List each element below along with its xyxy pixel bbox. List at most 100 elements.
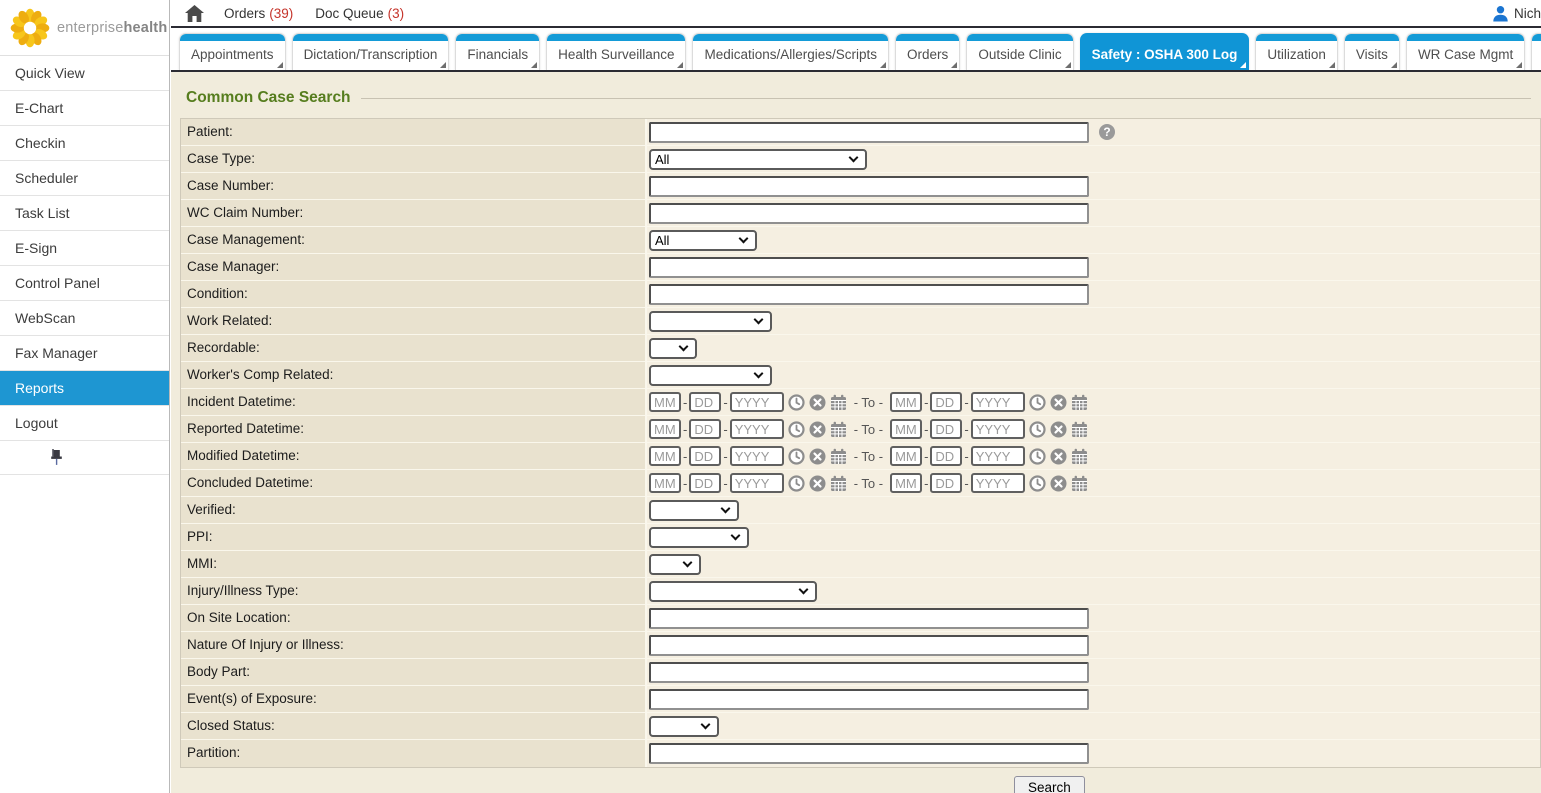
calendar-icon[interactable] xyxy=(830,475,847,492)
mmi-select[interactable] xyxy=(649,554,701,575)
sidebar-item-reports[interactable]: Reports xyxy=(0,371,169,406)
sidebar-pin-row[interactable] xyxy=(0,441,169,475)
calendar-icon[interactable] xyxy=(830,394,847,411)
month-field[interactable] xyxy=(890,419,922,439)
year-field[interactable] xyxy=(730,392,784,412)
tab-safety-osha-300-log[interactable]: Safety : OSHA 300 Log xyxy=(1080,33,1250,70)
year-field[interactable] xyxy=(971,392,1025,412)
clock-icon[interactable] xyxy=(1029,475,1046,492)
calendar-icon[interactable] xyxy=(1071,475,1088,492)
month-field[interactable] xyxy=(649,419,681,439)
day-field[interactable] xyxy=(930,419,962,439)
year-field[interactable] xyxy=(971,473,1025,493)
day-field[interactable] xyxy=(689,392,721,412)
day-field[interactable] xyxy=(689,473,721,493)
clock-icon[interactable] xyxy=(1029,448,1046,465)
tab-wr-case-mgmt[interactable]: WR Case Mgmt xyxy=(1406,33,1525,70)
day-field[interactable] xyxy=(689,419,721,439)
sidebar-item-quick-view[interactable]: Quick View xyxy=(0,56,169,91)
sidebar-item-e-sign[interactable]: E-Sign xyxy=(0,231,169,266)
clock-icon[interactable] xyxy=(788,448,805,465)
case-number-input[interactable] xyxy=(649,176,1089,197)
clear-icon[interactable] xyxy=(1050,421,1067,438)
clock-icon[interactable] xyxy=(788,475,805,492)
clock-icon[interactable] xyxy=(788,421,805,438)
sidebar-item-control-panel[interactable]: Control Panel xyxy=(0,266,169,301)
search-button[interactable]: Search xyxy=(1014,776,1085,793)
ppi-select[interactable] xyxy=(649,527,749,548)
sidebar-item-webscan[interactable]: WebScan xyxy=(0,301,169,336)
tab-outside-clinic[interactable]: Outside Clinic xyxy=(966,33,1073,70)
condition-input[interactable] xyxy=(649,284,1089,305)
clear-icon[interactable] xyxy=(809,421,826,438)
datetime-range: - - - To - - - xyxy=(649,446,1088,466)
clock-icon[interactable] xyxy=(788,394,805,411)
tab-appointments[interactable]: Appointments xyxy=(179,33,286,70)
calendar-icon[interactable] xyxy=(1071,421,1088,438)
tab-health-surveillance[interactable]: Health Surveillance xyxy=(546,33,686,70)
year-field[interactable] xyxy=(730,446,784,466)
clear-icon[interactable] xyxy=(1050,448,1067,465)
year-field[interactable] xyxy=(971,446,1025,466)
body-part-input[interactable] xyxy=(649,662,1089,683)
wc-claim-number-input[interactable] xyxy=(649,203,1089,224)
calendar-icon[interactable] xyxy=(830,421,847,438)
year-field[interactable] xyxy=(971,419,1025,439)
year-field[interactable] xyxy=(730,473,784,493)
home-icon[interactable] xyxy=(185,5,204,22)
patient-input[interactable] xyxy=(649,122,1089,143)
nature-of-injury-or-illness-input[interactable] xyxy=(649,635,1089,656)
tab-dictation-transcription[interactable]: Dictation/Transcription xyxy=(292,33,450,70)
clear-icon[interactable] xyxy=(1050,475,1067,492)
work-related-select[interactable] xyxy=(649,311,772,332)
sidebar-item-task-list[interactable]: Task List xyxy=(0,196,169,231)
event-s-of-exposure-input[interactable] xyxy=(649,689,1089,710)
case-manager-input[interactable] xyxy=(649,257,1089,278)
clear-icon[interactable] xyxy=(809,448,826,465)
verified-select[interactable] xyxy=(649,500,739,521)
recordable-select[interactable] xyxy=(649,338,697,359)
month-field[interactable] xyxy=(890,473,922,493)
tab-visits[interactable]: Visits xyxy=(1344,33,1400,70)
closed-status-select[interactable] xyxy=(649,716,719,737)
month-field[interactable] xyxy=(890,392,922,412)
case-type-select[interactable]: All xyxy=(649,149,867,170)
tab-label: Dictation/Transcription xyxy=(293,47,449,70)
day-field[interactable] xyxy=(930,473,962,493)
injury-illness-type-select[interactable] xyxy=(649,581,817,602)
sidebar-item-scheduler[interactable]: Scheduler xyxy=(0,161,169,196)
calendar-icon[interactable] xyxy=(1071,394,1088,411)
day-field[interactable] xyxy=(689,446,721,466)
worker-s-comp-related-select[interactable] xyxy=(649,365,772,386)
partition-input[interactable] xyxy=(649,743,1089,764)
help-icon[interactable]: ? xyxy=(1099,124,1115,140)
on-site-location-input[interactable] xyxy=(649,608,1089,629)
year-field[interactable] xyxy=(730,419,784,439)
case-management-select[interactable]: All xyxy=(649,230,757,251)
calendar-icon[interactable] xyxy=(1071,448,1088,465)
month-field[interactable] xyxy=(649,473,681,493)
topbar-link-orders[interactable]: Orders (39) xyxy=(224,6,293,21)
tab-orders[interactable]: Orders xyxy=(895,33,960,70)
month-field[interactable] xyxy=(649,392,681,412)
user-menu[interactable]: Nich xyxy=(1492,5,1541,22)
month-field[interactable] xyxy=(890,446,922,466)
sidebar-item-logout[interactable]: Logout xyxy=(0,406,169,441)
day-field[interactable] xyxy=(930,446,962,466)
clear-icon[interactable] xyxy=(809,475,826,492)
calendar-icon[interactable] xyxy=(830,448,847,465)
month-field[interactable] xyxy=(649,446,681,466)
sidebar-item-checkin[interactable]: Checkin xyxy=(0,126,169,161)
tab-utilization[interactable]: Utilization xyxy=(1255,33,1338,70)
sidebar-item-fax-manager[interactable]: Fax Manager xyxy=(0,336,169,371)
sidebar-item-e-chart[interactable]: E-Chart xyxy=(0,91,169,126)
clear-icon[interactable] xyxy=(809,394,826,411)
tab-industrial-hygiene[interactable]: Industrial Hygiene xyxy=(1531,33,1541,70)
clock-icon[interactable] xyxy=(1029,421,1046,438)
day-field[interactable] xyxy=(930,392,962,412)
tab-financials[interactable]: Financials xyxy=(455,33,540,70)
clear-icon[interactable] xyxy=(1050,394,1067,411)
clock-icon[interactable] xyxy=(1029,394,1046,411)
tab-medications-allergies-scripts[interactable]: Medications/Allergies/Scripts xyxy=(692,33,889,70)
topbar-link-doc-queue[interactable]: Doc Queue (3) xyxy=(315,6,404,21)
